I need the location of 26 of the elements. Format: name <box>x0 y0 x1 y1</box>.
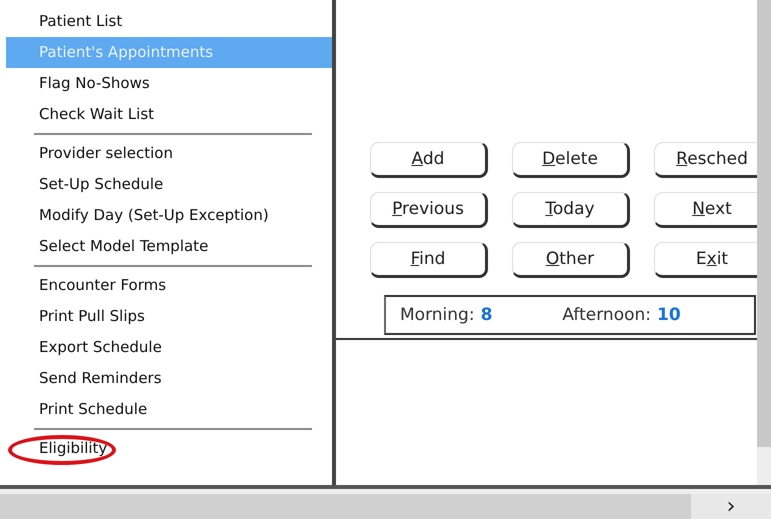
menu-item[interactable]: Flag No-Shows <box>6 68 332 99</box>
count-label: Morning: <box>400 305 475 325</box>
horizontal-scrollbar[interactable]: › <box>0 485 771 519</box>
menu-item[interactable]: Check Wait List <box>6 99 332 130</box>
menu-item[interactable]: Modify Day (Set-Up Exception) <box>6 200 332 231</box>
count-value: 8 <box>480 305 492 325</box>
menu-item[interactable]: Export Schedule <box>6 332 332 363</box>
menu-item[interactable]: Print Schedule <box>6 394 332 425</box>
action-button[interactable]: Add <box>370 142 488 178</box>
menu-item[interactable]: Encounter Forms <box>6 270 332 301</box>
menu-item[interactable]: Eligibility <box>6 433 332 464</box>
action-button[interactable]: Previous <box>370 192 488 228</box>
count-label: Afternoon: <box>562 305 652 325</box>
scroll-right-arrow[interactable]: › <box>726 496 736 518</box>
action-button[interactable]: Other <box>512 242 630 278</box>
menu-item[interactable]: Patient List <box>6 6 332 37</box>
menu-item[interactable]: Provider selection <box>6 138 332 169</box>
menu-item[interactable]: Select Model Template <box>6 231 332 262</box>
action-button[interactable]: Find <box>370 242 488 278</box>
count-value: 10 <box>657 305 681 325</box>
menu-item[interactable]: Set-Up Schedule <box>6 169 332 200</box>
action-button[interactable]: Today <box>512 192 630 228</box>
menu-item[interactable]: Print Pull Slips <box>6 301 332 332</box>
menu-item[interactable]: Send Reminders <box>6 363 332 394</box>
action-button[interactable]: Delete <box>512 142 630 178</box>
vertical-scrollbar[interactable] <box>757 0 771 485</box>
